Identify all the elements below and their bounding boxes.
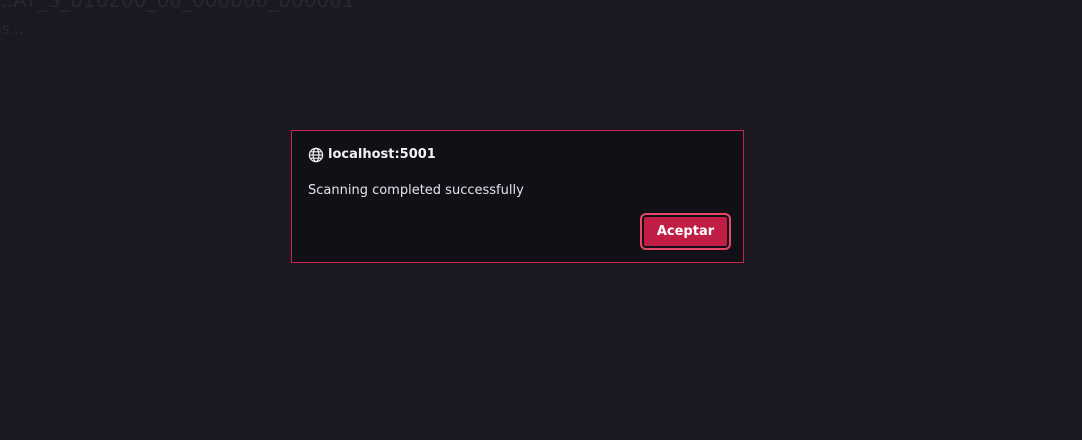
background-status-text: ss... [0, 20, 24, 38]
dialog-header: localhost:5001 [308, 147, 436, 163]
accept-button[interactable]: Aceptar [640, 213, 731, 250]
globe-icon [308, 147, 324, 163]
page: ...AT_S_010200_00_000000_000001 ss... lo… [0, 0, 1082, 440]
background-page-title: ...AT_S_010200_00_000000_000001 [0, 0, 355, 12]
dialog-message: Scanning completed successfully [308, 183, 524, 198]
alert-dialog: localhost:5001 Scanning completed succes… [291, 130, 744, 263]
dialog-origin: localhost:5001 [328, 147, 436, 162]
